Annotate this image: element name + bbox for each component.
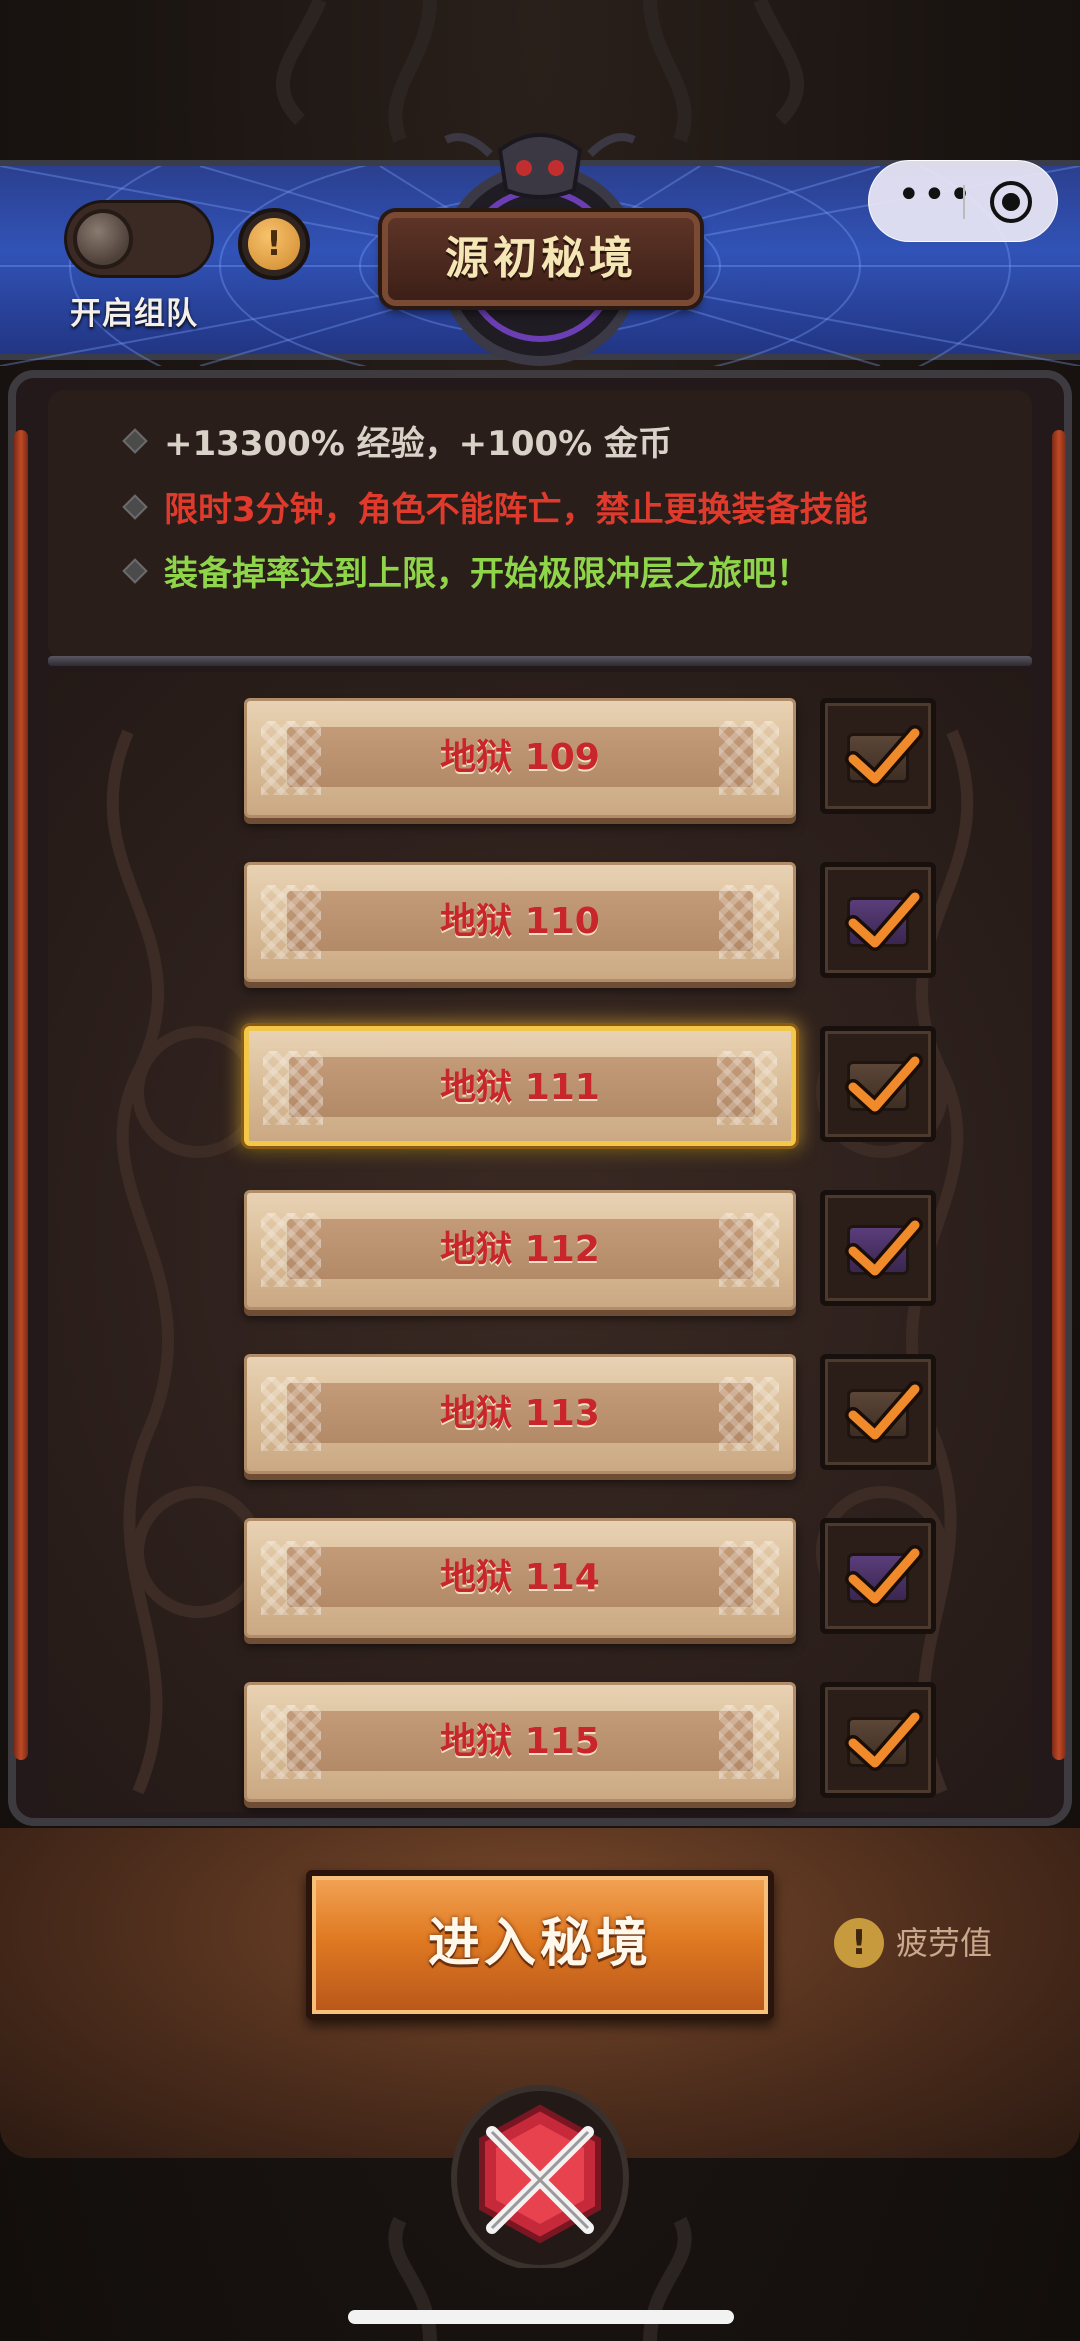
level-row: 地狱 109 bbox=[0, 698, 1080, 818]
checkmark-icon bbox=[845, 1217, 923, 1279]
toggle-knob bbox=[73, 209, 133, 269]
level-button[interactable]: 地狱 111 bbox=[244, 1026, 796, 1146]
level-button[interactable]: 地狱 112 bbox=[244, 1190, 796, 1310]
team-toggle[interactable] bbox=[64, 200, 214, 278]
team-toggle-label: 开启组队 bbox=[70, 296, 198, 332]
level-label: 地狱 115 bbox=[440, 1721, 600, 1762]
level-row: 地狱 110 bbox=[0, 862, 1080, 982]
info-line-rules: 限时3分钟，角色不能阵亡，禁止更换装备技能 bbox=[164, 490, 868, 530]
level-label: 地狱 112 bbox=[440, 1229, 600, 1270]
level-row: 地狱 113 bbox=[0, 1354, 1080, 1474]
reward-chest-checkbox[interactable] bbox=[820, 1354, 936, 1470]
page-title-plate: 源初秘境 bbox=[382, 212, 700, 306]
level-button[interactable]: 地狱 115 bbox=[244, 1682, 796, 1802]
reward-chest-checkbox[interactable] bbox=[820, 698, 936, 814]
exclamation-icon: ! bbox=[248, 218, 300, 270]
reward-chest-checkbox[interactable] bbox=[820, 1190, 936, 1306]
checkmark-icon bbox=[845, 1053, 923, 1115]
level-label: 地狱 110 bbox=[440, 901, 600, 942]
home-indicator[interactable] bbox=[348, 2310, 734, 2324]
level-button[interactable]: 地狱 113 bbox=[244, 1354, 796, 1474]
info-line-rewards: +13300% 经验，+100% 金币 bbox=[164, 424, 673, 464]
capsule-divider bbox=[963, 185, 965, 219]
checkmark-icon bbox=[845, 889, 923, 951]
level-label: 地狱 114 bbox=[440, 1557, 600, 1598]
reward-chest-checkbox[interactable] bbox=[820, 1026, 936, 1142]
reward-chest-checkbox[interactable] bbox=[820, 862, 936, 978]
crossed-swords-icon[interactable] bbox=[448, 2078, 632, 2268]
level-row: 地狱 115 bbox=[0, 1682, 1080, 1802]
reward-chest-checkbox[interactable] bbox=[820, 1682, 936, 1798]
exclamation-icon[interactable]: ! bbox=[834, 1918, 884, 1968]
checkmark-icon bbox=[845, 1545, 923, 1607]
level-button[interactable]: 地狱 109 bbox=[244, 698, 796, 818]
mini-program-capsule: ••• bbox=[868, 160, 1058, 242]
level-row: 地狱 111 bbox=[0, 1026, 1080, 1146]
level-row: 地狱 114 bbox=[0, 1518, 1080, 1638]
info-line-tip: 装备掉率达到上限，开始极限冲层之旅吧！ bbox=[164, 554, 810, 594]
target-icon[interactable] bbox=[990, 181, 1032, 223]
enter-realm-label: 进入秘境 bbox=[427, 1914, 652, 1974]
fatigue-label: 疲劳值 bbox=[896, 1924, 993, 1962]
checkmark-icon bbox=[845, 725, 923, 787]
level-label: 地狱 111 bbox=[440, 1067, 600, 1108]
level-label: 地狱 109 bbox=[440, 737, 600, 778]
info-button[interactable]: ! bbox=[238, 208, 310, 280]
page-title: 源初秘境 bbox=[445, 233, 637, 284]
reward-chest-checkbox[interactable] bbox=[820, 1518, 936, 1634]
checkmark-icon bbox=[845, 1381, 923, 1443]
panel-divider bbox=[48, 656, 1032, 666]
level-button[interactable]: 地狱 114 bbox=[244, 1518, 796, 1638]
level-button[interactable]: 地狱 110 bbox=[244, 862, 796, 982]
checkmark-icon bbox=[845, 1709, 923, 1771]
enter-realm-button[interactable]: 进入秘境 bbox=[306, 1870, 774, 2020]
level-label: 地狱 113 bbox=[440, 1393, 600, 1434]
level-row: 地狱 112 bbox=[0, 1190, 1080, 1310]
